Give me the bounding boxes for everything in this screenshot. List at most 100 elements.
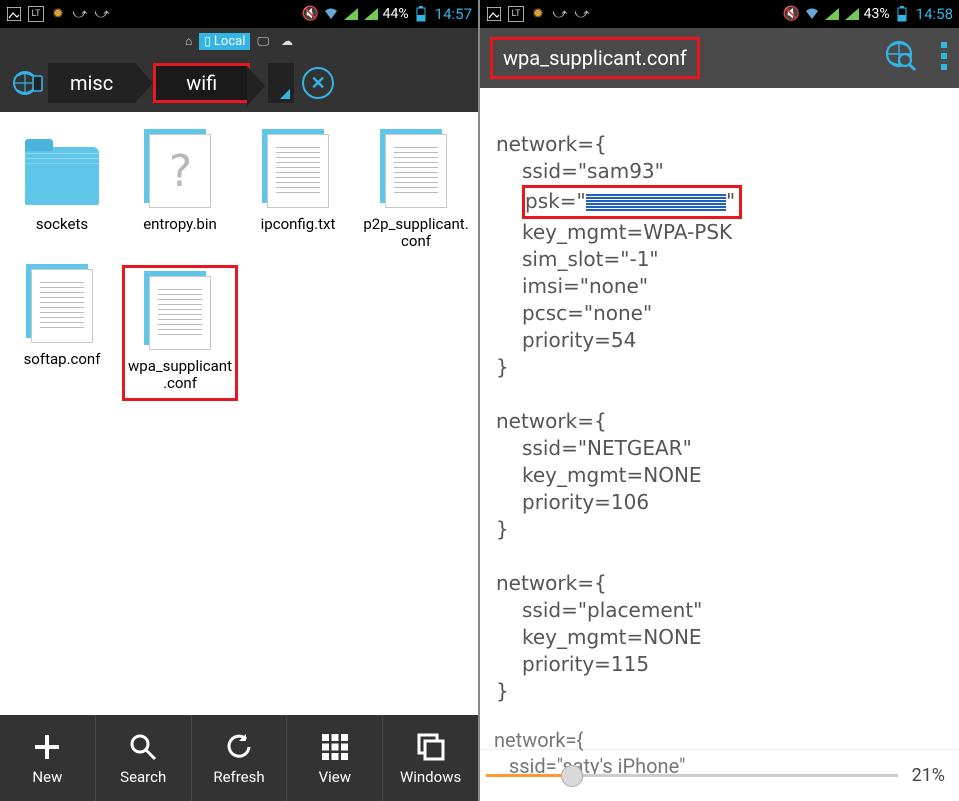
- file-label: p2p_supplicant.conf: [361, 216, 471, 251]
- line: key_mgmt=NONE: [496, 462, 949, 489]
- file-label: entropy.bin: [143, 216, 217, 233]
- view-button[interactable]: View: [287, 715, 383, 801]
- cloud-tab[interactable]: ☁: [276, 33, 298, 49]
- line: pcsc="none": [496, 300, 949, 327]
- gallery-icon: [6, 6, 22, 22]
- phone-icon: ▯: [204, 34, 211, 48]
- file-label: softap.conf: [24, 351, 101, 368]
- status-bar-left: LT ✹ ⤻ ⤻ 🔇 44% 14:57: [0, 0, 478, 28]
- web-search-icon[interactable]: [883, 38, 919, 78]
- seek-track[interactable]: [486, 774, 898, 777]
- mute-icon: 🔇: [303, 6, 319, 22]
- folder-icon: [25, 147, 99, 205]
- wifi-icon: [804, 6, 820, 22]
- file-entropy[interactable]: ? entropy.bin: [122, 130, 238, 251]
- line: priority=54: [496, 327, 949, 354]
- refresh-button[interactable]: Refresh: [192, 715, 288, 801]
- overflow-menu-icon[interactable]: [939, 40, 949, 76]
- seek-bar: network={ ssid="saty's iPhone" 21%: [480, 749, 959, 801]
- line: sim_slot="-1": [496, 246, 949, 273]
- line: priority=106: [496, 489, 949, 516]
- line: }: [496, 355, 509, 379]
- windows-button[interactable]: Windows: [383, 715, 478, 801]
- missed-call-icon: ⤻: [72, 6, 88, 22]
- battery-pct: 44%: [383, 6, 409, 22]
- battery-icon: [413, 6, 429, 22]
- file-softap[interactable]: softap.conf: [4, 265, 120, 402]
- seek-thumb[interactable]: [561, 765, 583, 787]
- local-tab-label: Local: [214, 34, 245, 49]
- clock: 14:58: [916, 5, 953, 23]
- new-button[interactable]: New: [0, 715, 96, 801]
- gallery-icon: [486, 6, 502, 22]
- file-content[interactable]: network={ ssid="sam93"psk="password-123"…: [480, 88, 959, 792]
- file-label: ipconfig.txt: [261, 216, 336, 233]
- plus-icon: [30, 730, 64, 764]
- doc-icon: [385, 134, 447, 208]
- seek-fill: [486, 774, 572, 777]
- viewer-title: wpa_supplicant.conf: [490, 37, 700, 79]
- psk-hidden-value: password-123: [586, 189, 726, 216]
- search-icon: [126, 730, 160, 764]
- line: }: [496, 679, 509, 703]
- file-manager-screen: LT ✹ ⤻ ⤻ 🔇 44% 14:57 ⌂ ▯Local 🖵 ☁ misc w…: [0, 0, 480, 801]
- line: network={: [496, 571, 607, 595]
- file-wpa-supplicant[interactable]: wpa_supplicant.conf: [122, 265, 238, 402]
- local-tab[interactable]: ▯Local: [199, 33, 250, 50]
- doc-icon: [267, 134, 329, 208]
- doc-unknown-icon: ?: [149, 134, 211, 208]
- missed-call-icon-2: ⤻: [94, 6, 110, 22]
- line: ssid="sam93": [496, 158, 949, 185]
- file-p2p[interactable]: p2p_supplicant.conf: [358, 130, 474, 251]
- missed-call-icon: ⤻: [552, 6, 568, 22]
- missed-call-icon-2: ⤻: [574, 6, 590, 22]
- signal-2-icon: [844, 6, 860, 22]
- wifi-icon: [323, 6, 339, 22]
- file-sockets[interactable]: sockets: [4, 130, 120, 251]
- gear-icon: ✹: [530, 6, 546, 22]
- breadcrumb-close-button[interactable]: ✕: [302, 67, 334, 99]
- globe-device-icon[interactable]: [8, 63, 48, 103]
- home-tab[interactable]: ⌂: [180, 33, 197, 49]
- line: ssid="placement": [496, 597, 949, 624]
- seek-percentage: 21%: [912, 765, 945, 786]
- doc-icon: [31, 269, 93, 343]
- doc-icon: [149, 276, 211, 350]
- breadcrumb: misc wifi ✕: [0, 54, 478, 112]
- battery-pct: 43%: [864, 6, 890, 22]
- pc-tab[interactable]: 🖵: [252, 33, 274, 50]
- text-viewer-screen: LT ✹ ⤻ ⤻ 🔇 43% 14:58 wpa_supplicant.conf…: [480, 0, 959, 801]
- file-label: sockets: [36, 216, 88, 233]
- clock: 14:57: [435, 5, 472, 23]
- viewer-header: wpa_supplicant.conf: [480, 28, 959, 88]
- lt-icon: LT: [508, 6, 524, 22]
- gear-icon: ✹: [50, 6, 66, 22]
- battery-icon: [894, 6, 910, 22]
- file-grid: sockets ? entropy.bin ipconfig.txt p2p_s…: [0, 112, 478, 419]
- line: network={: [496, 409, 607, 433]
- pc-icon: 🖵: [257, 34, 269, 49]
- grid-icon: [318, 730, 352, 764]
- line: }: [496, 517, 509, 541]
- status-bar-right: LT ✹ ⤻ ⤻ 🔇 43% 14:58: [480, 0, 959, 28]
- search-button[interactable]: Search: [96, 715, 192, 801]
- file-ipconfig[interactable]: ipconfig.txt: [240, 130, 356, 251]
- breadcrumb-seg-misc[interactable]: misc: [48, 63, 135, 103]
- breadcrumb-dropdown[interactable]: [268, 63, 294, 103]
- line: imsi="none": [496, 273, 949, 300]
- lt-icon: LT: [28, 6, 44, 22]
- line: key_mgmt=NONE: [496, 624, 949, 651]
- signal-2-icon: [363, 6, 379, 22]
- line: network={: [496, 132, 607, 156]
- mute-icon: 🔇: [784, 6, 800, 22]
- line: ssid="NETGEAR": [496, 435, 949, 462]
- cloud-icon: ☁: [281, 34, 293, 48]
- refresh-icon: [222, 730, 256, 764]
- bottom-toolbar: New Search Refresh View Windows: [0, 715, 478, 801]
- breadcrumb-seg-wifi[interactable]: wifi: [153, 63, 250, 103]
- file-label: wpa_supplicant.conf: [127, 358, 233, 393]
- windows-icon: [414, 730, 448, 764]
- line: priority=115: [496, 651, 949, 678]
- line: key_mgmt=WPA-PSK: [496, 219, 949, 246]
- signal-1-icon: [343, 6, 359, 22]
